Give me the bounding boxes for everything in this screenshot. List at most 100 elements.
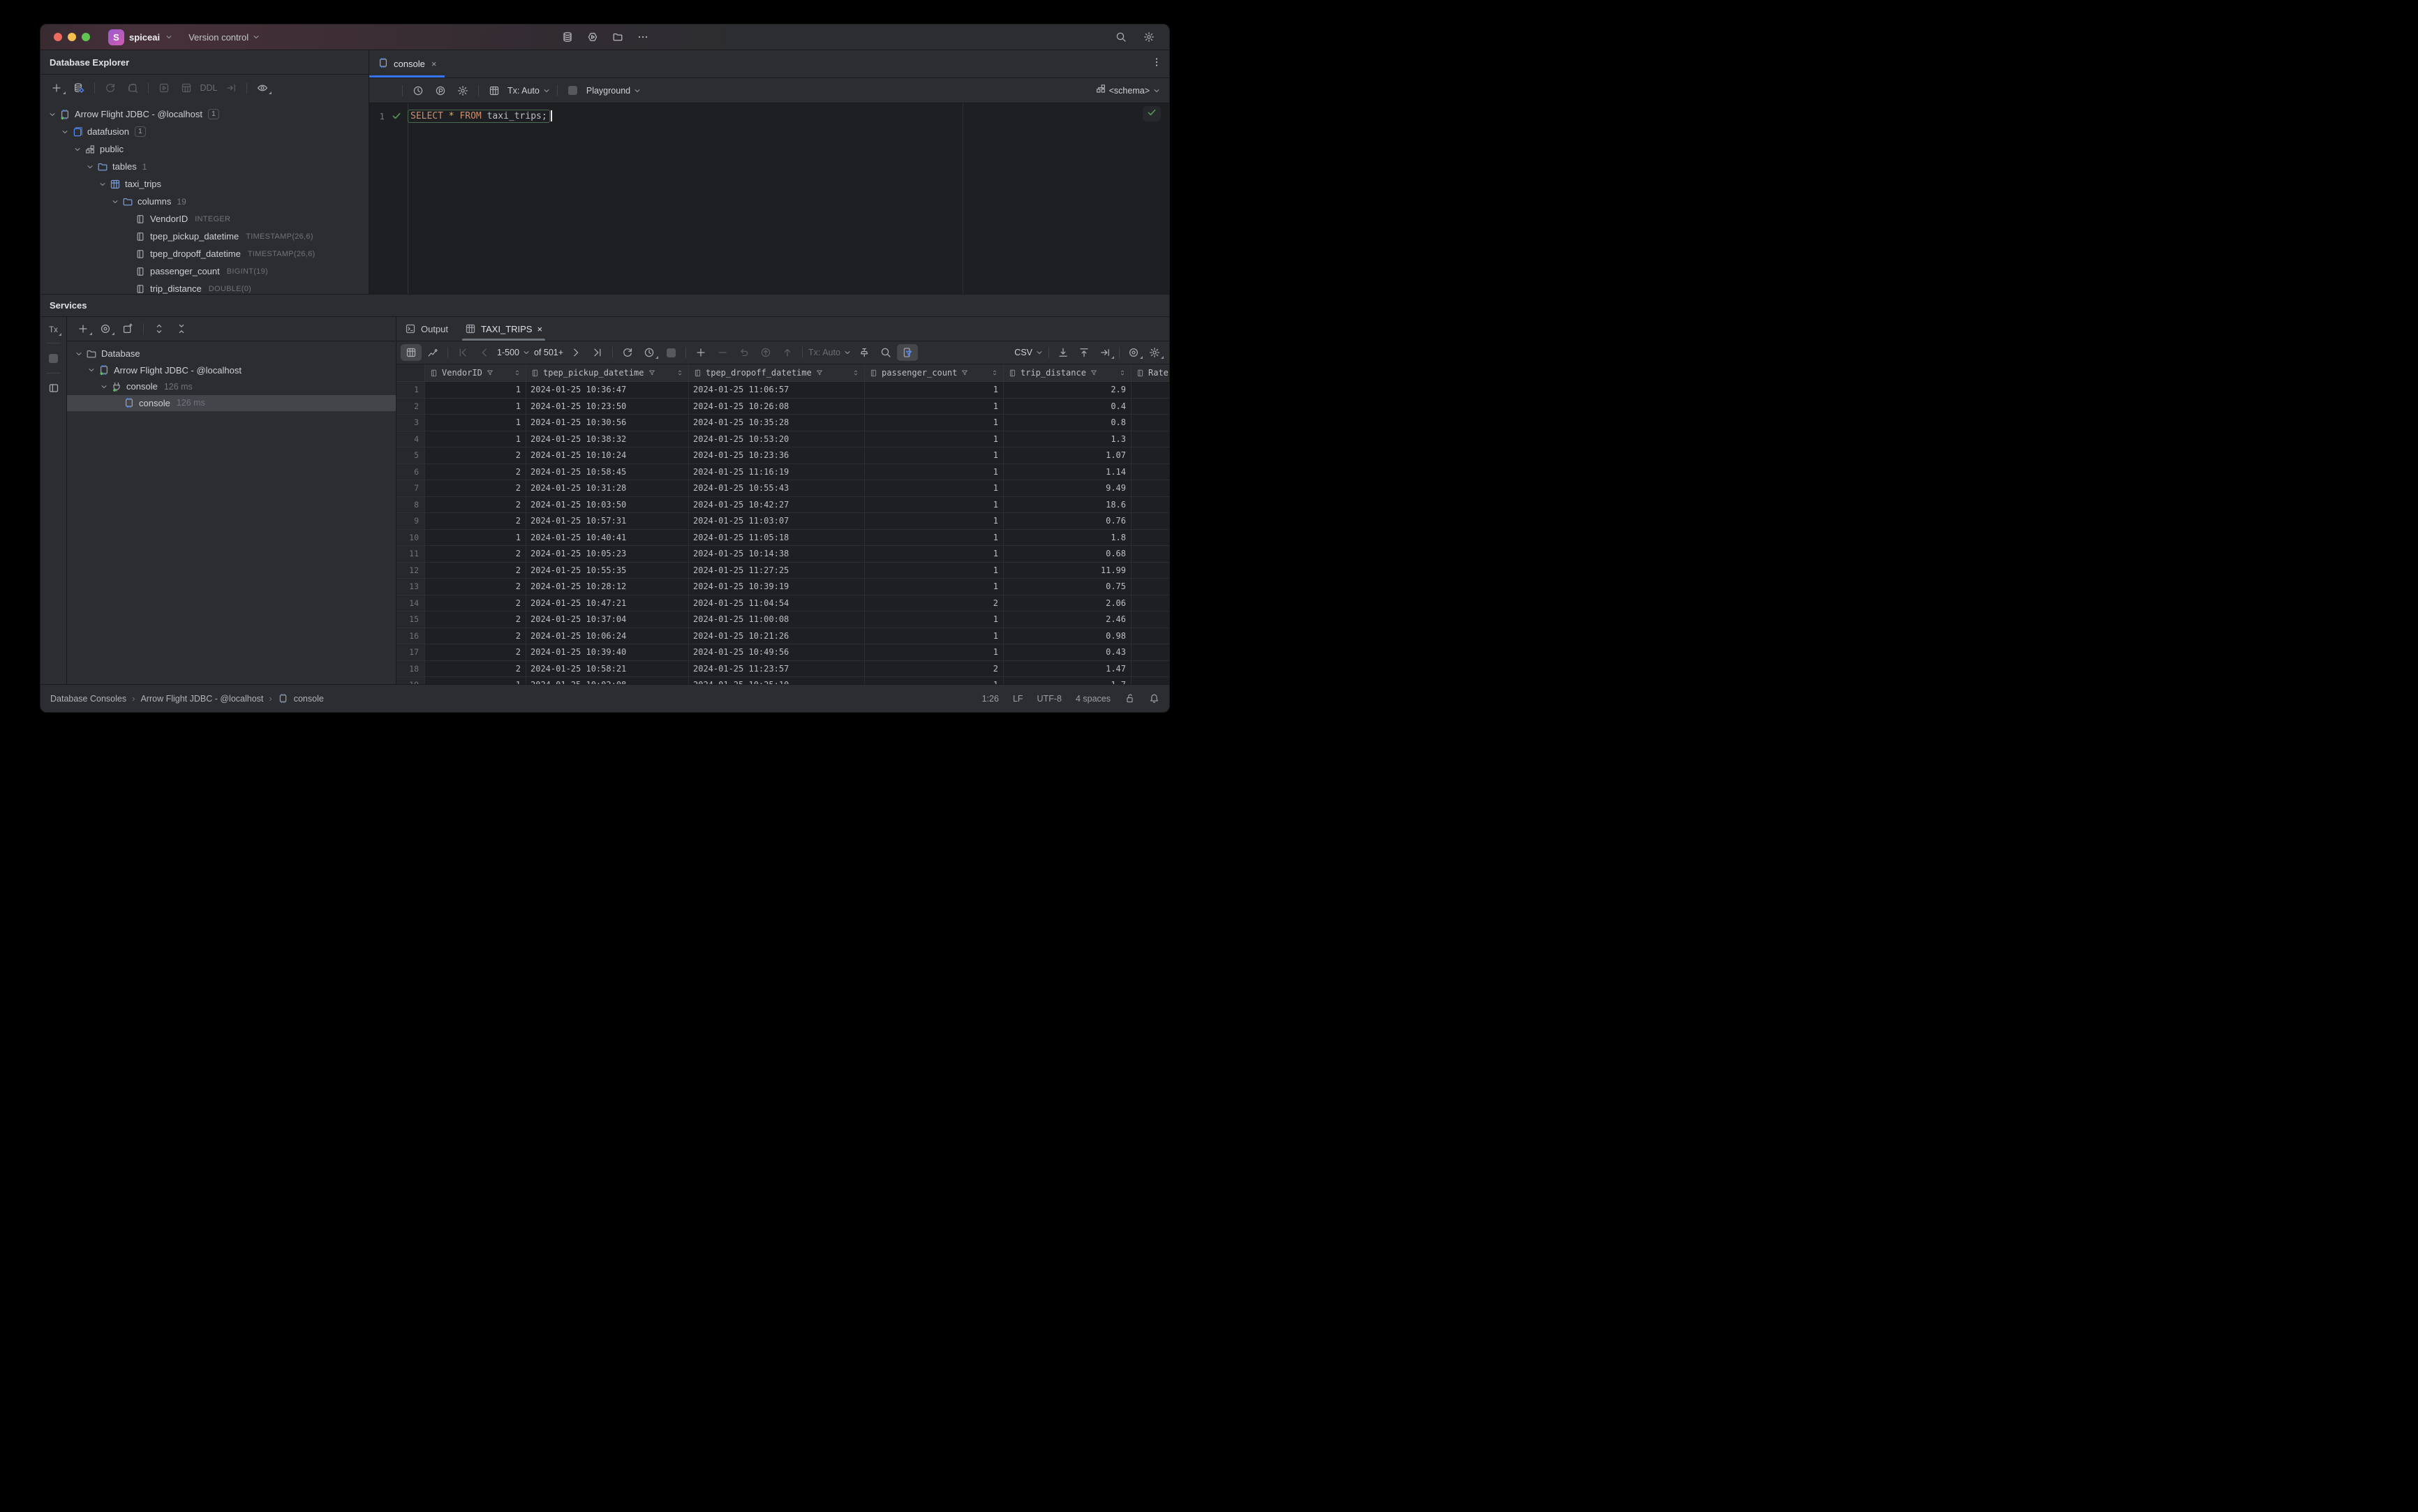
ellipsis-button[interactable] [632, 28, 653, 46]
cell[interactable]: 1 [865, 612, 1004, 628]
stop-square-button[interactable] [660, 344, 681, 361]
cell[interactable]: 2 [865, 595, 1004, 611]
table-grid-button[interactable] [401, 344, 422, 361]
project-widget[interactable]: S spiceai [108, 29, 173, 45]
tx-auto-button[interactable]: Tx: Auto [506, 82, 552, 99]
prev-page-button[interactable] [474, 344, 495, 361]
row-number[interactable]: 12 [396, 562, 425, 578]
cell[interactable]: 1.7 [1004, 677, 1132, 684]
tree-item-arrow-flight-jdbc-localhost[interactable]: Arrow Flight JDBC - @localhost [67, 362, 396, 379]
tab-console[interactable]: console × [369, 50, 445, 77]
search-button[interactable] [1111, 29, 1132, 45]
close-tab-icon[interactable]: × [431, 59, 437, 69]
column-header-tpep_pickup_datetime[interactable]: tpep_pickup_datetime [526, 364, 689, 381]
breadcrumb-item[interactable]: console [294, 694, 324, 704]
cell[interactable]: 2024-01-25 10:37:04 [526, 612, 689, 628]
pin-button[interactable] [854, 344, 875, 361]
cell[interactable]: 2 [425, 513, 526, 529]
cell[interactable] [1132, 480, 1169, 496]
row-number[interactable]: 17 [396, 644, 425, 660]
cell[interactable]: 1 [865, 464, 1004, 480]
cell[interactable]: 1.14 [1004, 464, 1132, 480]
tree-item-tpep-dropoff-datetime[interactable]: tpep_dropoff_datetime TIMESTAMP(26,6) [40, 245, 369, 262]
cell[interactable]: 1 [865, 431, 1004, 447]
cell[interactable]: 2024-01-25 10:25:10 [689, 677, 865, 684]
chevron-down-icon[interactable] [85, 366, 97, 374]
cell[interactable]: 2.06 [1004, 595, 1132, 611]
breadcrumb-item[interactable]: Database Consoles [50, 694, 126, 704]
next-page-button[interactable] [565, 344, 586, 361]
tree-item-database[interactable]: Database [67, 346, 396, 362]
cell[interactable]: 1.07 [1004, 447, 1132, 464]
chevron-down-icon[interactable] [73, 350, 84, 358]
cell[interactable]: 2 [425, 496, 526, 512]
filter-funnel-icon[interactable] [815, 369, 824, 377]
cell[interactable]: 1 [425, 382, 526, 398]
filter-target-button[interactable] [95, 320, 116, 337]
collapse-all-button[interactable] [171, 320, 192, 337]
chevron-down-icon[interactable] [109, 198, 121, 206]
cell[interactable] [1132, 382, 1169, 398]
row-number[interactable]: 3 [396, 415, 425, 431]
cell[interactable]: 1 [425, 415, 526, 431]
row-number[interactable]: 16 [396, 628, 425, 644]
close-window-button[interactable] [54, 33, 62, 41]
cell[interactable]: 1 [865, 513, 1004, 529]
cell[interactable]: 2 [425, 644, 526, 660]
cell[interactable]: 2024-01-25 11:04:54 [689, 595, 865, 611]
hexagon-play-button[interactable] [582, 28, 603, 46]
close-tab-icon[interactable]: × [537, 324, 542, 334]
cell[interactable]: 2024-01-25 10:30:56 [526, 415, 689, 431]
cell[interactable] [1132, 513, 1169, 529]
cell[interactable]: 2024-01-25 10:42:27 [689, 496, 865, 512]
cell[interactable]: 1.47 [1004, 660, 1132, 676]
cell[interactable]: 0.4 [1004, 398, 1132, 414]
cell[interactable]: 1 [425, 431, 526, 447]
cell[interactable]: 1 [865, 415, 1004, 431]
transactions-view-button[interactable]: Tx [47, 324, 61, 336]
cell[interactable]: 2024-01-25 10:23:50 [526, 398, 689, 414]
column-header-trip_distance[interactable]: trip_distance [1004, 364, 1132, 381]
cell[interactable]: 0.98 [1004, 628, 1132, 644]
cell[interactable]: 1 [865, 447, 1004, 464]
tree-item-arrow-flight-jdbc-localhost[interactable]: Arrow Flight JDBC - @localhost 1 [40, 105, 369, 123]
cell[interactable]: 2024-01-25 10:47:21 [526, 595, 689, 611]
schema-selector[interactable]: <schema> [1094, 82, 1162, 99]
cell[interactable]: 2024-01-25 10:55:35 [526, 562, 689, 578]
editor-more-menu-button[interactable] [1151, 50, 1162, 77]
cell[interactable]: 2 [425, 546, 526, 562]
table-grid-button[interactable] [484, 82, 505, 99]
cell[interactable]: 1.3 [1004, 431, 1132, 447]
submit-button[interactable] [755, 344, 776, 361]
cell[interactable]: 2 [425, 612, 526, 628]
cell[interactable]: 1.8 [1004, 529, 1132, 545]
cell[interactable]: 2024-01-25 10:35:28 [689, 415, 865, 431]
data-source-settings-button[interactable] [68, 80, 89, 96]
row-number[interactable]: 19 [396, 677, 425, 684]
cell[interactable]: 2024-01-25 10:02:08 [526, 677, 689, 684]
jump-to-ddl-button[interactable] [221, 80, 242, 96]
export-jump-button[interactable] [1095, 344, 1115, 361]
cell[interactable]: 2024-01-25 10:58:45 [526, 464, 689, 480]
column-header-VendorID[interactable]: VendorID [425, 364, 526, 381]
tree-item-console[interactable]: console 126 ms [67, 378, 396, 395]
inspection-status-widget[interactable] [1143, 106, 1161, 121]
tree-item-public[interactable]: public [40, 140, 369, 158]
chevron-down-icon[interactable] [59, 128, 71, 136]
chevron-down-icon[interactable] [98, 383, 110, 391]
eye-button[interactable] [252, 80, 273, 96]
of-501--button[interactable]: of 501+ [533, 344, 565, 361]
version-control-widget[interactable]: Version control [188, 32, 260, 43]
cell[interactable]: 2024-01-25 10:40:41 [526, 529, 689, 545]
arrow-up-button[interactable] [777, 344, 798, 361]
cell[interactable]: 18.6 [1004, 496, 1132, 512]
minimize-window-button[interactable] [68, 33, 76, 41]
status-4-spaces[interactable]: 4 spaces [1076, 694, 1111, 704]
cell[interactable]: 2024-01-25 10:28:12 [526, 579, 689, 595]
filter-funnel-icon[interactable] [486, 369, 494, 377]
sql-editor[interactable]: 1 SELECT * FROM taxi_trips; [369, 103, 1169, 294]
cell[interactable]: 2024-01-25 10:38:32 [526, 431, 689, 447]
row-number[interactable]: 8 [396, 496, 425, 512]
profiler-button[interactable] [430, 82, 451, 99]
open-new-button[interactable] [117, 320, 138, 337]
